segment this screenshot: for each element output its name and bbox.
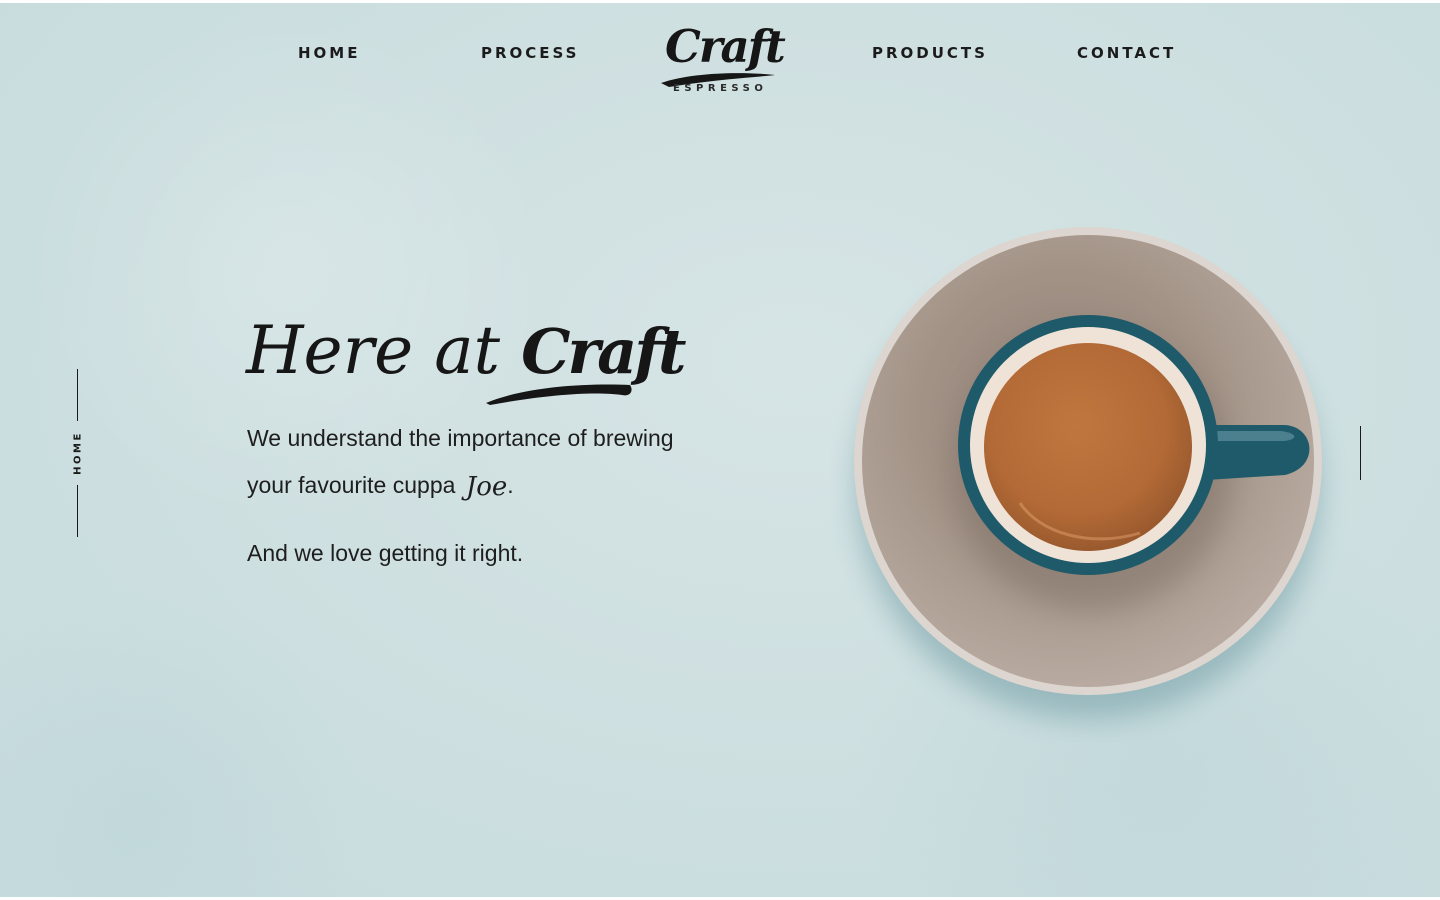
logo-subtitle: ESPRESSO [673, 83, 768, 94]
nav-contact[interactable]: CONTACT [1077, 44, 1176, 62]
hero-body-line-2: your favourite cuppa Joe. [247, 470, 514, 502]
nav-products[interactable]: PRODUCTS [872, 44, 988, 62]
logo[interactable]: Craft ESPRESSO [655, 21, 786, 99]
hero-body-line-2-suffix: . [507, 472, 514, 498]
heading-swash-icon [486, 384, 632, 405]
hero-body-joe-script: Joe [465, 472, 508, 502]
nav-process[interactable]: PROCESS [481, 44, 579, 62]
side-indicator-line-top [77, 369, 78, 421]
hero-body-line-2-text: your favourite cuppa [247, 472, 456, 498]
page-background: HOME PROCESS Craft ESPRESSO PRODUCTS CON… [0, 3, 1440, 897]
hero-body-line-1: We understand the importance of brewing [247, 425, 674, 451]
scroll-indicator-line[interactable] [1360, 426, 1361, 480]
hero-body-line-3: And we love getting it right. [247, 540, 524, 566]
hero-heading-prefix: Here at [246, 312, 501, 389]
coffee-cup-image [854, 227, 1322, 719]
nav-home[interactable]: HOME [298, 44, 360, 62]
logo-wordmark: Craft [665, 20, 786, 73]
side-indicator-line-bottom [77, 485, 78, 537]
side-indicator-label: HOME [72, 431, 84, 475]
